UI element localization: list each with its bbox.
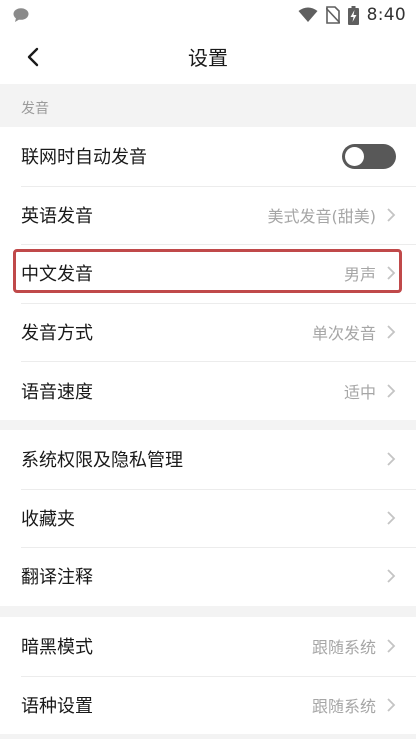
chevron-right-icon: [387, 569, 396, 584]
speech-speed-label: 语音速度: [21, 381, 93, 403]
toggle-knob: [345, 146, 364, 166]
clock: 8:40: [366, 5, 406, 25]
auto-pronounce-row[interactable]: 联网时自动发音: [0, 127, 416, 186]
wifi-icon: [298, 7, 318, 22]
chevron-right-icon: [387, 698, 396, 712]
chevron-right-icon: [387, 452, 396, 466]
page-title: 设置: [188, 46, 228, 70]
translation-notes-label: 翻译注释: [21, 567, 93, 589]
auto-pronounce-toggle[interactable]: [342, 143, 396, 169]
chinese-pronunciation-label: 中文发音: [21, 264, 93, 286]
dark-mode-value: 跟随系统: [311, 638, 376, 658]
chinese-pronunciation-value: 男声: [343, 265, 376, 285]
speech-speed-value: 适中: [343, 382, 376, 402]
language-setting-value: 跟随系统: [311, 696, 376, 716]
chevron-right-icon: [387, 384, 396, 398]
battery-charging-icon: [347, 5, 359, 25]
pronunciation-mode-value: 单次发音: [311, 324, 376, 344]
appearance-settings-group: 暗黑模式 跟随系统 语种设置 跟随系统: [0, 617, 416, 735]
language-setting-row[interactable]: 语种设置 跟随系统: [0, 675, 416, 735]
chevron-right-icon: [387, 208, 396, 222]
chevron-right-icon: [387, 639, 396, 653]
pronunciation-mode-label: 发音方式: [21, 323, 93, 345]
translation-notes-row[interactable]: 翻译注释: [0, 547, 416, 606]
chevron-right-icon: [387, 266, 396, 281]
language-setting-label: 语种设置: [21, 695, 93, 717]
speech-speed-row[interactable]: 语音速度 适中: [0, 361, 416, 420]
pronunciation-mode-row[interactable]: 发音方式 单次发音: [0, 302, 416, 362]
permissions-privacy-label: 系统权限及隐私管理: [21, 450, 183, 472]
english-pronunciation-value: 美式发音(甜美): [267, 206, 377, 226]
chevron-right-icon: [387, 511, 396, 525]
favorites-label: 收藏夹: [21, 508, 75, 530]
status-bar: 8:40: [0, 0, 416, 30]
dark-mode-row[interactable]: 暗黑模式 跟随系统: [0, 617, 416, 676]
permissions-privacy-row[interactable]: 系统权限及隐私管理: [0, 430, 416, 489]
no-sim-icon: [325, 6, 340, 24]
general-settings-group: 系统权限及隐私管理 收藏夹 翻译注释: [0, 430, 416, 606]
pronunciation-settings-group: 联网时自动发音 英语发音 美式发音(甜美) 中文发音 男声 发音方式 单次发音 …: [0, 127, 416, 420]
favorites-row[interactable]: 收藏夹: [0, 488, 416, 548]
auto-pronounce-label: 联网时自动发音: [21, 147, 147, 169]
chinese-pronunciation-row[interactable]: 中文发音 男声: [0, 244, 416, 303]
section-label-pronunciation: 发音: [21, 101, 49, 117]
english-pronunciation-label: 英语发音: [21, 205, 93, 227]
chevron-right-icon: [387, 325, 396, 339]
chat-notification-icon: [13, 8, 29, 22]
english-pronunciation-row[interactable]: 英语发音 美式发音(甜美): [0, 185, 416, 245]
dark-mode-label: 暗黑模式: [21, 637, 93, 659]
app-header: 设置: [0, 30, 416, 84]
